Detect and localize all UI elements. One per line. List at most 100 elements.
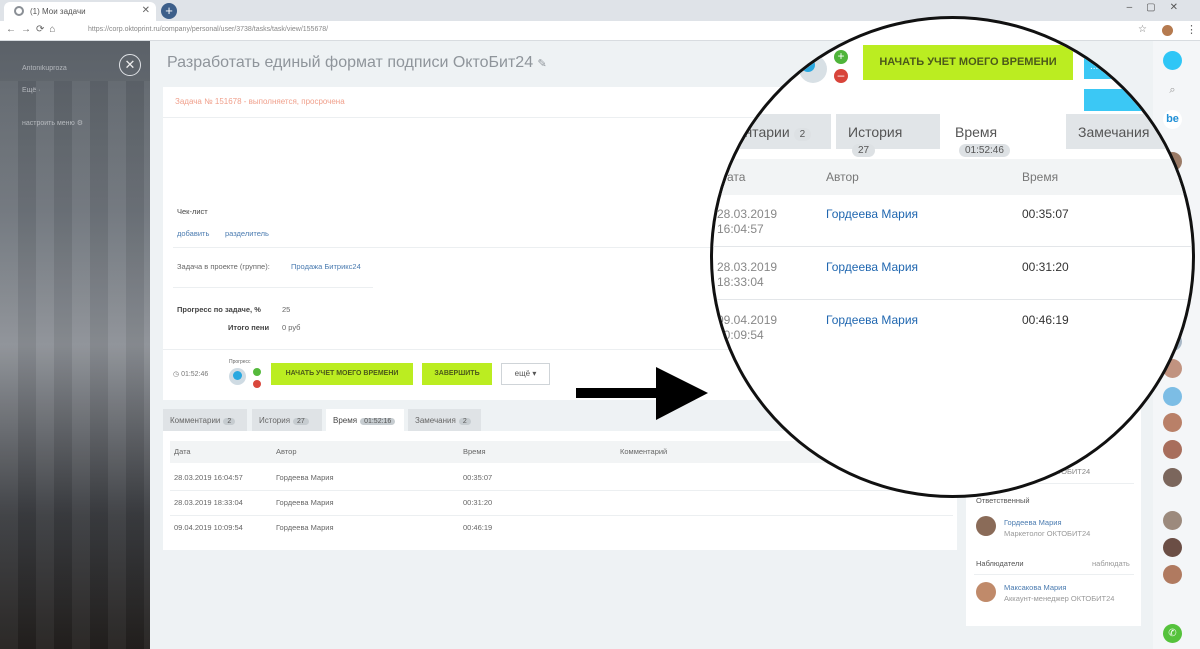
tab-history[interactable]: История27: [252, 409, 322, 431]
observers-label: Наблюдатели: [976, 559, 1024, 568]
plus-icon[interactable]: +: [834, 50, 848, 64]
row-time: 00:35:07: [1022, 207, 1069, 221]
responsible-label: Ответственный: [976, 496, 1030, 505]
window-controls[interactable]: –▢✕: [1127, 2, 1192, 13]
sidebar-item[interactable]: настроить меню ⚙: [22, 119, 83, 127]
finish-button[interactable]: ЗАВЕРШИТЬ: [422, 363, 492, 385]
divider: [713, 299, 1192, 300]
minus-icon[interactable]: –: [834, 69, 848, 83]
nav-arrows-icon[interactable]: ←→⟳⌂: [6, 24, 60, 35]
search-icon[interactable]: ⌕: [1163, 84, 1182, 103]
checklist-label: Чек-лист: [177, 207, 208, 216]
row-date: 28.03.2019: [717, 260, 778, 274]
divider: [170, 490, 953, 491]
tab-history[interactable]: История27: [836, 114, 940, 157]
table-header: [713, 159, 1192, 195]
header-author: Автор: [276, 447, 297, 456]
sidebar-item[interactable]: Ещё ·: [22, 87, 41, 94]
secondary-button[interactable]: [1084, 89, 1144, 111]
contact-avatar[interactable]: [1163, 468, 1182, 487]
profile-avatar[interactable]: [1162, 25, 1173, 36]
browser-tab-bar: (1) Мои задачи ✕ + –▢✕: [0, 0, 1200, 21]
user-avatar: [229, 368, 246, 385]
phone-icon[interactable]: ✆: [1163, 624, 1182, 643]
row-author-link[interactable]: Гордеева Мария: [276, 473, 334, 482]
responsible-role: Маркетолог ОКТОБИТ24: [1004, 529, 1091, 538]
separator-link[interactable]: разделитель: [225, 229, 269, 238]
new-tab-button[interactable]: +: [161, 3, 177, 19]
header-date: ...ата: [717, 170, 746, 184]
row-time-of-day: 10:09:54: [717, 328, 764, 342]
header-comment: Комментарий: [620, 447, 668, 456]
progress-label: Прогресс по задаче, %: [177, 305, 261, 314]
favicon-icon: [14, 6, 24, 16]
observe-action[interactable]: наблюдать: [1092, 559, 1130, 568]
row-time: 00:31:20: [1022, 260, 1069, 274]
row-time: 00:35:07: [463, 473, 493, 482]
start-time-button[interactable]: НАЧАТЬ УЧЕТ МОЕГО ВРЕМЕНИ: [863, 45, 1073, 80]
close-slider-icon[interactable]: ✕: [119, 54, 141, 76]
progress-value: 25: [282, 305, 291, 314]
elapsed-time: ◷ 01:52:46: [173, 371, 209, 378]
row-author-link[interactable]: Гордеева Мария: [826, 207, 918, 221]
notifications-icon[interactable]: [1163, 51, 1182, 70]
arrow-icon: [576, 367, 708, 420]
divider: [173, 287, 373, 288]
url-field[interactable]: https://corp.oktoprint.ru/company/person…: [88, 26, 328, 33]
row-author-link[interactable]: Гордеева Мария: [276, 498, 334, 507]
browser-menu-icon[interactable]: ⋮: [1186, 23, 1197, 36]
contact-avatar[interactable]: [1163, 440, 1182, 459]
contact-avatar[interactable]: [1163, 565, 1182, 584]
contact-avatar[interactable]: [1163, 538, 1182, 557]
row-date: 28.03.2019: [717, 207, 778, 221]
background-image: [0, 81, 150, 649]
edit-pencil-icon[interactable]: ✎: [538, 58, 547, 70]
contact-avatar[interactable]: [1163, 413, 1182, 432]
sidebar-item[interactable]: Antonikuproza: [22, 65, 67, 72]
browser-tab-title: (1) Мои задачи: [30, 7, 86, 16]
add-checklist-link[interactable]: добавить: [177, 229, 209, 238]
row-date: 28.03.2019 18:33:04: [174, 498, 243, 507]
header-time: Время: [1022, 170, 1059, 184]
header-time: Время: [463, 447, 486, 456]
plus-icon[interactable]: [253, 368, 261, 376]
row-time: 00:46:19: [1022, 313, 1069, 327]
bookmark-star-icon[interactable]: ☆: [1138, 24, 1147, 35]
tab-comments[interactable]: ...ентарии 2: [713, 114, 831, 149]
row-time-of-day: 18:33:04: [717, 275, 764, 289]
progress-small-label: Прогресс: [229, 359, 251, 365]
observer-avatar: [976, 582, 996, 602]
row-time: 00:31:20: [463, 498, 493, 507]
project-label: Задача в проекте (группе):: [177, 262, 270, 271]
observer-role: Аккаунт-менеджер ОКТОБИТ24: [1004, 594, 1115, 603]
responsible-name-link[interactable]: Гордеева Мария: [1004, 518, 1062, 527]
cloud-icon[interactable]: [1163, 387, 1182, 406]
row-time-of-day: 16:04:57: [717, 222, 764, 236]
browser-tab[interactable]: (1) Мои задачи ✕: [4, 2, 156, 21]
tab-time[interactable]: Время01:52:46: [943, 114, 1063, 157]
zoom-magnifier: + – НАЧАТЬ УЧЕТ МОЕГО ВРЕМЕНИ ...ать ▾ .…: [710, 16, 1195, 498]
start-time-button[interactable]: НАЧАТЬ УЧЕТ МОЕГО ВРЕМЕНИ: [271, 363, 413, 385]
header-author: Автор: [826, 170, 859, 184]
minus-icon[interactable]: [253, 380, 261, 388]
responsible-avatar: [976, 516, 996, 536]
tab-comments[interactable]: Комментарии 2: [163, 409, 247, 431]
more-button[interactable]: ещё ▾: [501, 363, 550, 385]
observer-name-link[interactable]: Максакова Мария: [1004, 583, 1066, 592]
divider: [173, 247, 733, 248]
project-link[interactable]: Продажа Битрикс24: [291, 262, 361, 271]
clock-icon: ◷: [173, 371, 182, 378]
row-author-link[interactable]: Гордеева Мария: [276, 523, 334, 532]
total-value: 0 руб: [282, 323, 301, 332]
divider: [170, 515, 953, 516]
tab-remarks[interactable]: Замечания: [1066, 114, 1192, 149]
close-tab-icon[interactable]: ✕: [142, 5, 150, 16]
row-author-link[interactable]: Гордеева Мария: [826, 260, 918, 274]
contact-avatar[interactable]: [1163, 511, 1182, 530]
tab-time[interactable]: Время 01:52:16: [326, 409, 404, 431]
row-time: 00:46:19: [463, 523, 493, 532]
row-author-link[interactable]: Гордеева Мария: [826, 313, 918, 327]
tab-remarks[interactable]: Замечания 2: [408, 409, 481, 431]
row-date: 09.04.2019: [717, 313, 778, 327]
action-button[interactable]: ...ать ▾: [1084, 54, 1144, 79]
